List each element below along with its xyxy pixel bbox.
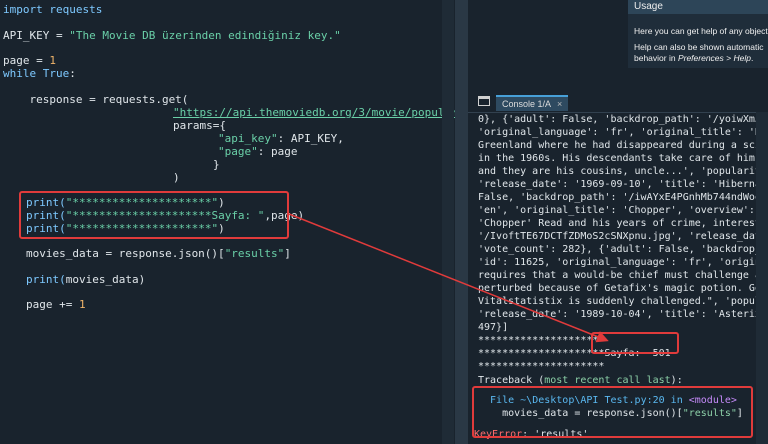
console-line: 'release_date': '1989-10-04', 'title': '… — [478, 309, 768, 320]
console-line: 497}] — [478, 322, 509, 333]
code-line-params: params={ — [173, 119, 226, 132]
console-line: 'vote_count': 282}, {'adult': False, 'ba… — [478, 244, 768, 255]
console-line: False, 'backdrop_path': '/iwAYxE4PGnhMb7… — [478, 192, 768, 203]
editor-scrollbar[interactable] — [442, 0, 454, 444]
console-scrollbar[interactable] — [756, 112, 768, 444]
code-line-api-key: API_KEY = "The Movie DB üzerinden edindi… — [3, 29, 341, 42]
console-line: requires that a would-be chief must chal… — [478, 270, 768, 281]
console-line: 'release_date': '1969-09-10', 'title': '… — [478, 179, 768, 190]
close-icon[interactable]: × — [557, 99, 562, 109]
code-line-brace-close: } — [213, 158, 220, 171]
code-editor[interactable]: import requests API_KEY = "The Movie DB … — [0, 0, 455, 444]
console-line: perturbed because of Getafix's magic pot… — [478, 283, 768, 294]
help-title: Usage — [628, 0, 768, 14]
code-line-url: "https://api.themoviedb.org/3/movie/popu… — [173, 106, 455, 119]
code-line-page-incr: page += 1 — [26, 298, 86, 311]
annotation-box-sayfa — [591, 332, 679, 354]
code-line-movies-data: movies_data = response.json()["results"] — [26, 247, 291, 260]
console-line: 'Chopper' Read and his years of crime, i… — [478, 218, 768, 229]
console-line: ********************* — [478, 361, 605, 372]
help-text-line2: Help can also be shown automatic — [634, 42, 764, 52]
annotation-box-error — [472, 386, 753, 438]
console-line: ********************* — [478, 335, 605, 346]
help-text-line1: Here you can get help of any object — [634, 26, 768, 36]
console-line: and they are his cousins, uncle...', 'po… — [478, 166, 768, 177]
code-line-paren-close: ) — [173, 171, 180, 184]
pane-splitter[interactable] — [455, 0, 468, 444]
console-line: 'en', 'original_title': 'Chopper', 'over… — [478, 205, 768, 216]
console-line: in the 1960s. His descendants take care … — [478, 153, 768, 164]
console-line: 0}, {'adult': False, 'backdrop_path': '/… — [478, 114, 767, 125]
console-tabbar: Console 1/A × — [468, 92, 768, 113]
console-line: Vitalstatistix is suddenly challenged.",… — [478, 296, 768, 307]
console-line: 'original_language': 'fr', 'original_tit… — [478, 127, 768, 138]
tab-console[interactable]: Console 1/A × — [496, 95, 569, 111]
console-line: '/IvoftTE67DCTfZDMoS2cSNXpnu.jpg', 'rele… — [478, 231, 767, 242]
code-line-api-key-param: "api_key": API_KEY, — [218, 132, 344, 145]
help-pane: Usage Here you can get help of any objec… — [628, 0, 768, 68]
code-line-page-param: "page": page — [218, 145, 298, 158]
console-browse-icon[interactable] — [478, 96, 490, 106]
code-line-page-assign: page = 1 — [3, 54, 56, 67]
code-line-response: response = requests.get( — [3, 93, 189, 106]
code-line-print-movies: print(movies_data) — [26, 273, 146, 286]
console-line: 'id': 11625, 'original_language': 'fr', … — [478, 257, 768, 268]
console-line: Greenland where he had disappeared durin… — [478, 140, 768, 151]
help-text-line3: behavior in Preferences > Help. — [634, 53, 754, 63]
code-line-import: import requests — [3, 3, 103, 16]
right-panel: Usage Here you can get help of any objec… — [468, 0, 768, 444]
code-line-while: while True: — [3, 67, 76, 80]
annotation-box-print — [19, 191, 289, 239]
